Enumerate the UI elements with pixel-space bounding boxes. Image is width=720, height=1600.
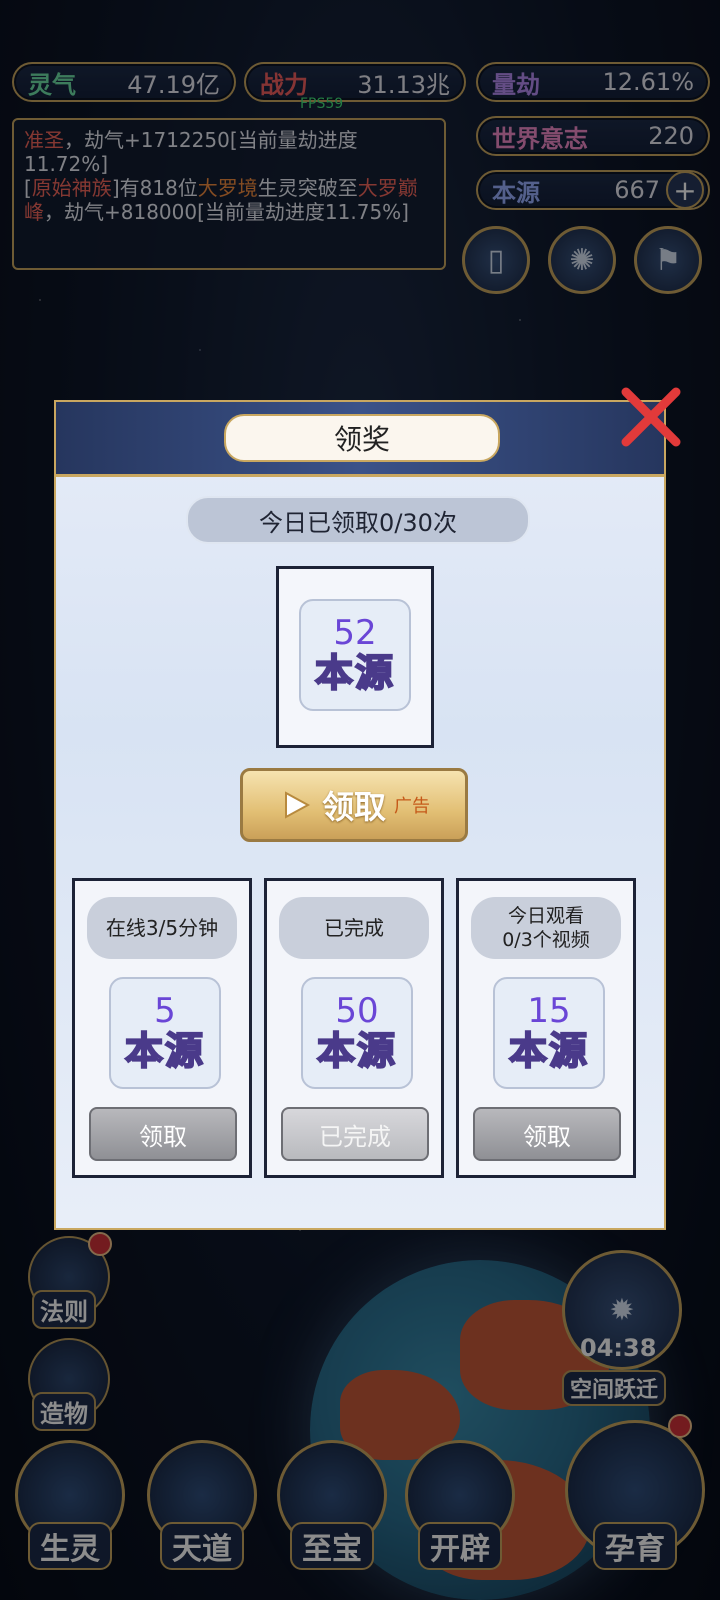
task-title: 在线3/5分钟: [87, 897, 237, 959]
task-title: 已完成: [279, 897, 429, 959]
reward-item: 15 本源: [493, 977, 605, 1089]
task-title: 今日观看 0/3个视频: [471, 897, 621, 959]
dialog-header: 领奖: [56, 402, 664, 477]
task-card-online: 在线3/5分钟 5 本源 领取: [72, 878, 252, 1178]
reward-item: 50 本源: [301, 977, 413, 1089]
reward-dialog: 领奖 今日已领取0/30次 52 本源 领取 广告 在线3/5分钟 5 本源 领…: [54, 400, 666, 1230]
reward-amount: 5: [154, 991, 176, 1031]
completed-button[interactable]: 已完成: [281, 1107, 429, 1161]
dialog-title: 领奖: [224, 414, 500, 462]
reward-name: 本源: [316, 1028, 397, 1074]
claim-ad-label: 领取: [321, 788, 386, 826]
play-ad-icon: [284, 791, 311, 819]
reward-amount: 52: [333, 613, 377, 653]
claim-ad-button[interactable]: 领取 广告: [240, 768, 468, 842]
ad-tag: 广告: [394, 796, 430, 817]
task-card-video: 今日观看 0/3个视频 15 本源 领取: [456, 878, 636, 1178]
claim-video-button[interactable]: 领取: [473, 1107, 621, 1161]
reward-name: 本源: [124, 1028, 205, 1074]
reward-item: 52 本源: [299, 599, 411, 711]
reward-name: 本源: [314, 650, 395, 696]
task-card-completed: 已完成 50 本源 已完成: [264, 878, 444, 1178]
daily-claim-count: 今日已领取0/30次: [186, 496, 530, 544]
close-icon[interactable]: [616, 382, 686, 452]
reward-name: 本源: [508, 1028, 589, 1074]
reward-amount: 15: [527, 991, 571, 1031]
claim-online-button[interactable]: 领取: [89, 1107, 237, 1161]
reward-amount: 50: [335, 991, 379, 1031]
main-reward-card: 52 本源: [276, 566, 434, 748]
reward-item: 5 本源: [109, 977, 221, 1089]
